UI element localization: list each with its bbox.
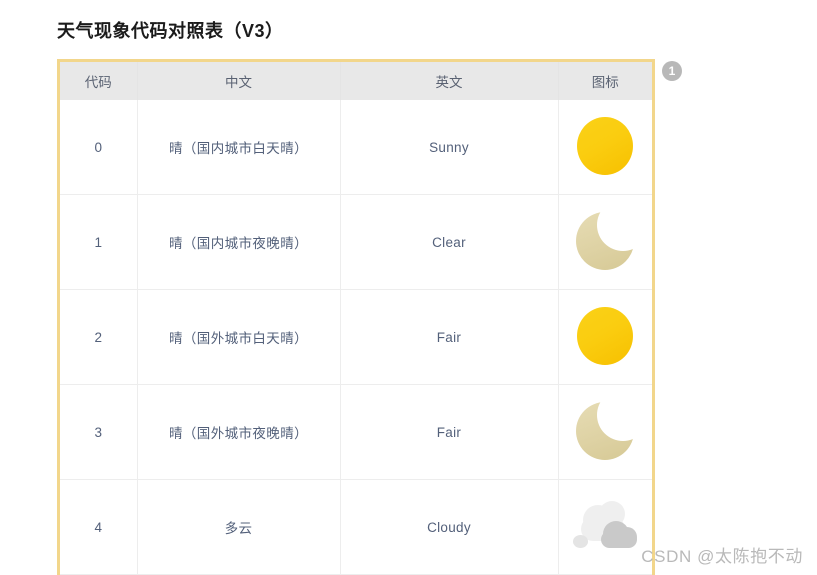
- cell-chinese: 晴（国外城市白天晴）: [137, 289, 341, 385]
- csdn-watermark: CSDN @太陈抱不动: [641, 547, 803, 566]
- page-title: 天气现象代码对照表（V3）: [57, 21, 284, 41]
- cell-icon: [558, 194, 652, 290]
- column-header-code[interactable]: 代码: [60, 62, 138, 100]
- sun-icon: [573, 115, 637, 179]
- cell-code: 2: [60, 289, 138, 385]
- cell-icon: [558, 289, 652, 385]
- cell-code: 3: [60, 384, 138, 480]
- annotation-badge-1[interactable]: 1: [662, 61, 682, 81]
- moon-icon: [573, 199, 650, 274]
- moon-crescent: [576, 199, 650, 270]
- column-header-english[interactable]: 英文: [340, 62, 559, 100]
- table-header: 代码 中文 英文 图标: [60, 62, 652, 100]
- table-header-row: 代码 中文 英文 图标: [60, 62, 652, 100]
- moon-cutout: [597, 389, 650, 441]
- column-header-chinese[interactable]: 中文: [137, 62, 341, 100]
- cloud-base-front: [601, 531, 638, 548]
- moon-icon: [573, 389, 650, 464]
- table-row[interactable]: 3 晴（国外城市夜晚晴） Fair: [60, 384, 652, 480]
- cell-english: Fair: [340, 384, 559, 480]
- cell-chinese: 晴（国内城市夜晚晴）: [137, 194, 341, 290]
- cell-code: 4: [60, 479, 138, 575]
- cloudy-icon: [573, 495, 639, 559]
- table-row[interactable]: 4 多云 Cloudy: [60, 479, 652, 575]
- moon-crescent: [576, 389, 650, 460]
- column-header-icon[interactable]: 图标: [558, 62, 652, 100]
- cloud-puff-small: [573, 535, 589, 548]
- cell-english: Clear: [340, 194, 559, 290]
- table-row[interactable]: 1 晴（国内城市夜晚晴） Clear: [60, 194, 652, 290]
- cell-icon: [558, 100, 652, 195]
- cell-chinese: 晴（国内城市白天晴）: [137, 100, 341, 195]
- cell-english: Sunny: [340, 100, 559, 195]
- cell-chinese: 晴（国外城市夜晚晴）: [137, 384, 341, 480]
- cell-english: Fair: [340, 289, 559, 385]
- weather-code-table: 代码 中文 英文 图标 0 晴（国内城市白天晴） Sunny 1 晴（国内城市夜…: [60, 62, 652, 575]
- table-row[interactable]: 0 晴（国内城市白天晴） Sunny: [60, 100, 652, 195]
- cell-icon: [558, 384, 652, 480]
- table-body: 0 晴（国内城市白天晴） Sunny 1 晴（国内城市夜晚晴） Clear 2 …: [60, 100, 652, 575]
- sun-disc: [577, 117, 634, 175]
- cell-code: 0: [60, 100, 138, 195]
- sun-icon: [573, 305, 637, 369]
- sun-disc: [577, 307, 634, 365]
- moon-cutout: [597, 199, 650, 251]
- cloudy-shape: [573, 499, 639, 557]
- weather-code-table-container: 代码 中文 英文 图标 0 晴（国内城市白天晴） Sunny 1 晴（国内城市夜…: [57, 59, 655, 575]
- cell-english: Cloudy: [340, 479, 559, 575]
- cell-code: 1: [60, 194, 138, 290]
- cell-chinese: 多云: [137, 479, 341, 575]
- cell-icon: [558, 479, 652, 575]
- table-row[interactable]: 2 晴（国外城市白天晴） Fair: [60, 289, 652, 385]
